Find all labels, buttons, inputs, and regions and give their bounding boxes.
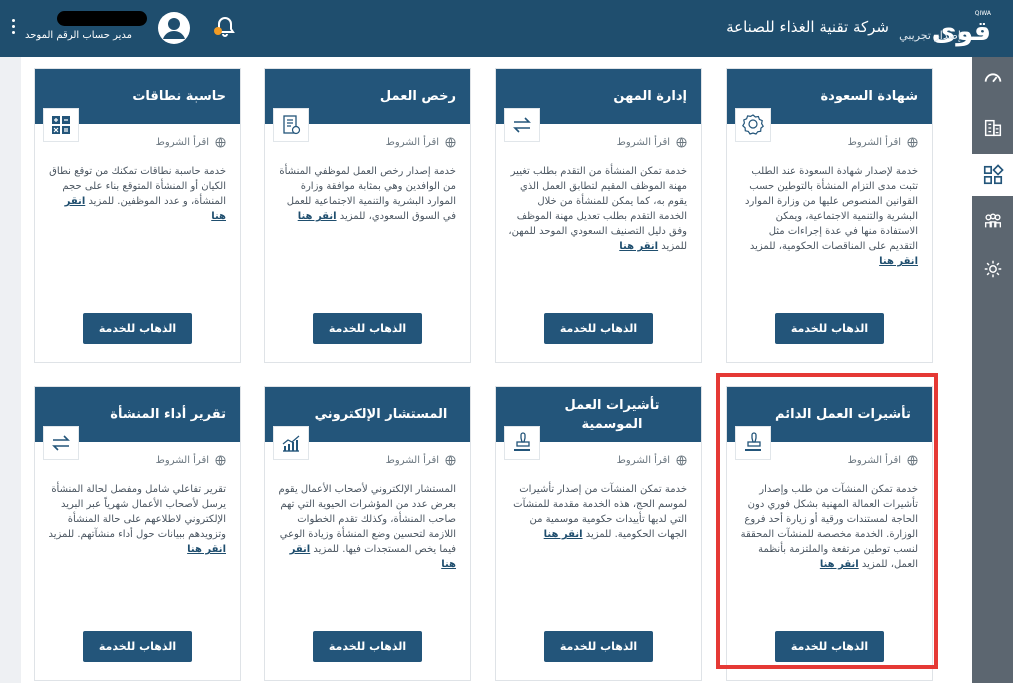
rail-item-services[interactable] [972,154,1013,196]
go-to-service-button[interactable]: الذهاب للخدمة [83,631,192,662]
more-info-link[interactable]: انقر هنا [298,211,337,222]
terms-label: اقرأ الشروط [616,455,670,466]
card-title: تقرير أداء المنشأة [110,407,226,422]
go-to-service-button[interactable]: الذهاب للخدمة [544,631,653,662]
card-title: إدارة المهن [613,89,687,104]
settings-icon [984,260,1001,278]
globe-icon [215,137,226,148]
service-card-nitaqat-calculator: حاسبة نطاقات اقرأ الشروط خدمة حاسبة نطاق… [34,68,241,363]
service-card-occupation-management: إدارة المهن اقرأ الشروط خدمة تمكن المنشأ… [495,68,702,363]
company-name: شركة تقنية الغذاء للصناعة [726,18,889,36]
rail-item-settings[interactable] [972,248,1013,290]
swap-arrows-icon [43,426,79,460]
card-description: خدمة تمكن المنشأة من التقدم بطلب تغيير م… [508,164,687,254]
card-title: المستشار الإلكتروني [314,407,448,422]
go-to-service-button[interactable]: الذهاب للخدمة [544,313,653,344]
card-description: تقرير تفاعلي شامل ومفصل لحالة المنشأة ير… [47,482,226,557]
card-description: خدمة تمكن المنشآت من إصدار تأشيرات لموسم… [508,482,687,542]
card-description: خدمة إصدار رخص العمل لموظفي المنشأة من ا… [277,164,456,224]
terms-label: اقرأ الشروط [385,137,439,148]
users-icon [984,213,1001,228]
stamp-icon [504,426,540,460]
card-description: خدمة حاسبة نطاقات تمكنك من توقع نطاق الك… [47,164,226,224]
description-text: خدمة لإصدار شهادة السعودة عند الطلب تثبت… [745,166,918,252]
side-rail [972,57,1013,683]
card-title: رخص العمل [379,89,456,104]
terms-label: اقرأ الشروط [385,455,439,466]
read-terms-link[interactable]: اقرأ الشروط [848,137,918,148]
dashboard-icon [984,73,1001,83]
beta-label: إصدار تجريبي [899,29,961,42]
service-card-establishment-performance-report: تقرير أداء المنشأة اقرأ الشروط تقرير تفا… [34,386,241,681]
globe-icon [445,137,456,148]
rail-item-employees[interactable] [972,200,1013,242]
terms-label: اقرأ الشروط [616,137,670,148]
globe-icon [907,137,918,148]
terms-label: اقرأ الشروط [847,137,901,148]
user-avatar[interactable] [158,12,190,44]
read-terms-link[interactable]: اقرأ الشروط [617,137,687,148]
globe-icon [676,455,687,466]
card-description: المستشار الإلكتروني لأصحاب الأعمال يقوم … [277,482,456,572]
card-title: شهادة السعودة [820,89,918,104]
globe-icon [215,455,226,466]
license-document-icon [273,108,309,142]
certificate-icon [735,108,771,142]
card-title: تأشيرات العمل الموسمية [564,397,660,432]
read-terms-link[interactable]: اقرأ الشروط [617,455,687,466]
more-info-link[interactable]: انقر هنا [544,529,583,540]
more-info-link[interactable]: انقر هنا [619,241,658,252]
terms-label: اقرأ الشروط [155,455,209,466]
globe-icon [676,137,687,148]
globe-icon [445,455,456,466]
card-title: حاسبة نطاقات [132,89,226,104]
read-terms-link[interactable]: اقرأ الشروط [386,455,456,466]
description-text: خدمة تمكن المنشآت من إصدار تأشيرات لموسم… [513,484,687,540]
go-to-service-button[interactable]: الذهاب للخدمة [775,313,884,344]
top-bar: QIWA قوى إصدار تجريبي شركة تقنية الغذاء … [0,0,1013,57]
read-terms-link[interactable]: اقرأ الشروط [156,137,226,148]
read-terms-link[interactable]: اقرأ الشروط [386,137,456,148]
calculator-icon [43,108,79,142]
description-text: تقرير تفاعلي شامل ومفصل لحالة المنشأة ير… [48,484,226,540]
swap-arrows-icon [504,108,540,142]
growth-chart-icon [273,426,309,460]
highlight-box [716,373,938,669]
more-info-link[interactable]: انقر هنا [187,544,226,555]
service-card-electronic-advisor: المستشار الإلكتروني اقرأ الشروط المستشار… [264,386,471,681]
rail-item-establishments[interactable] [972,107,1013,149]
terms-label: اقرأ الشروط [155,137,209,148]
buildings-icon [984,119,1001,137]
card-description: خدمة لإصدار شهادة السعودة عند الطلب تثبت… [739,164,918,269]
service-card-work-permits: رخص العمل اقرأ الشروط خدمة إصدار رخص الع… [264,68,471,363]
rail-item-dashboard[interactable] [972,57,1013,99]
go-to-service-button[interactable]: الذهاب للخدمة [313,631,422,662]
description-text: خدمة تمكن المنشأة من التقدم بطلب تغيير م… [508,166,687,252]
services-grid-icon [983,164,1004,185]
go-to-service-button[interactable]: الذهاب للخدمة [83,313,192,344]
more-info-link[interactable]: انقر هنا [879,256,918,267]
go-to-service-button[interactable]: الذهاب للخدمة [313,313,422,344]
service-card-seasonal-work-visas: تأشيرات العمل الموسمية اقرأ الشروط خدمة … [495,386,702,681]
more-menu-icon[interactable] [9,16,17,40]
read-terms-link[interactable]: اقرأ الشروط [156,455,226,466]
service-card-saudization-certificate: شهادة السعودة اقرأ الشروط خدمة لإصدار شه… [726,68,933,363]
redacted-user-name [57,11,147,26]
user-role: مدير حساب الرقم الموحد [25,30,132,41]
notification-bell-icon[interactable] [213,15,237,39]
